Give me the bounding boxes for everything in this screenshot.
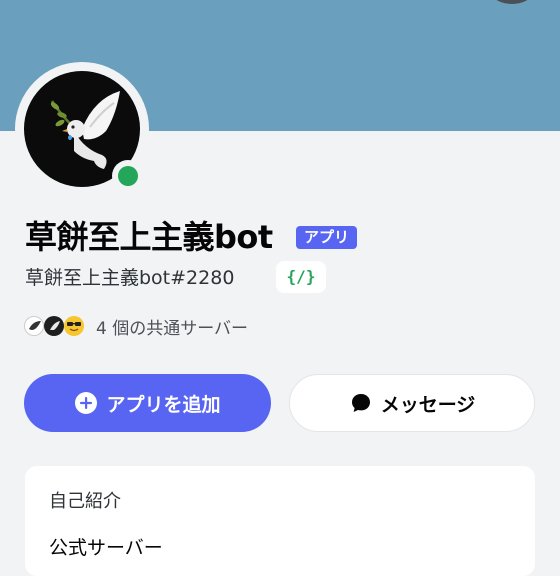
app-badge: アプリ [296, 226, 358, 249]
mutual-server-icons [24, 314, 90, 338]
mutual-servers-label: 4 個の共通サーバー [96, 318, 249, 339]
chat-bubble-icon [351, 394, 370, 412]
slash-command-badge[interactable]: {/} [276, 261, 326, 293]
about-me-title: 自己紹介 [49, 491, 121, 512]
online-status-icon [118, 166, 138, 186]
status-indicator-frame [112, 160, 144, 192]
display-name: 草餅至上主義bot [25, 218, 273, 256]
username[interactable]: 草餅至上主義bot#2280 [25, 264, 234, 292]
add-app-button[interactable]: アプリを追加 [24, 374, 271, 432]
about-me-body: 公式サーバー [49, 537, 163, 559]
dove-server-icon [24, 316, 44, 336]
message-label: メッセージ [380, 393, 476, 416]
mutual-servers[interactable]: 4 個の共通サーバー [24, 312, 248, 340]
plus-circle-icon [75, 392, 98, 414]
dark-server-icon [44, 316, 64, 336]
add-app-label: アプリを追加 [106, 393, 221, 416]
message-button[interactable]: メッセージ [289, 374, 535, 432]
sunglasses-emoji-icon [64, 316, 84, 336]
